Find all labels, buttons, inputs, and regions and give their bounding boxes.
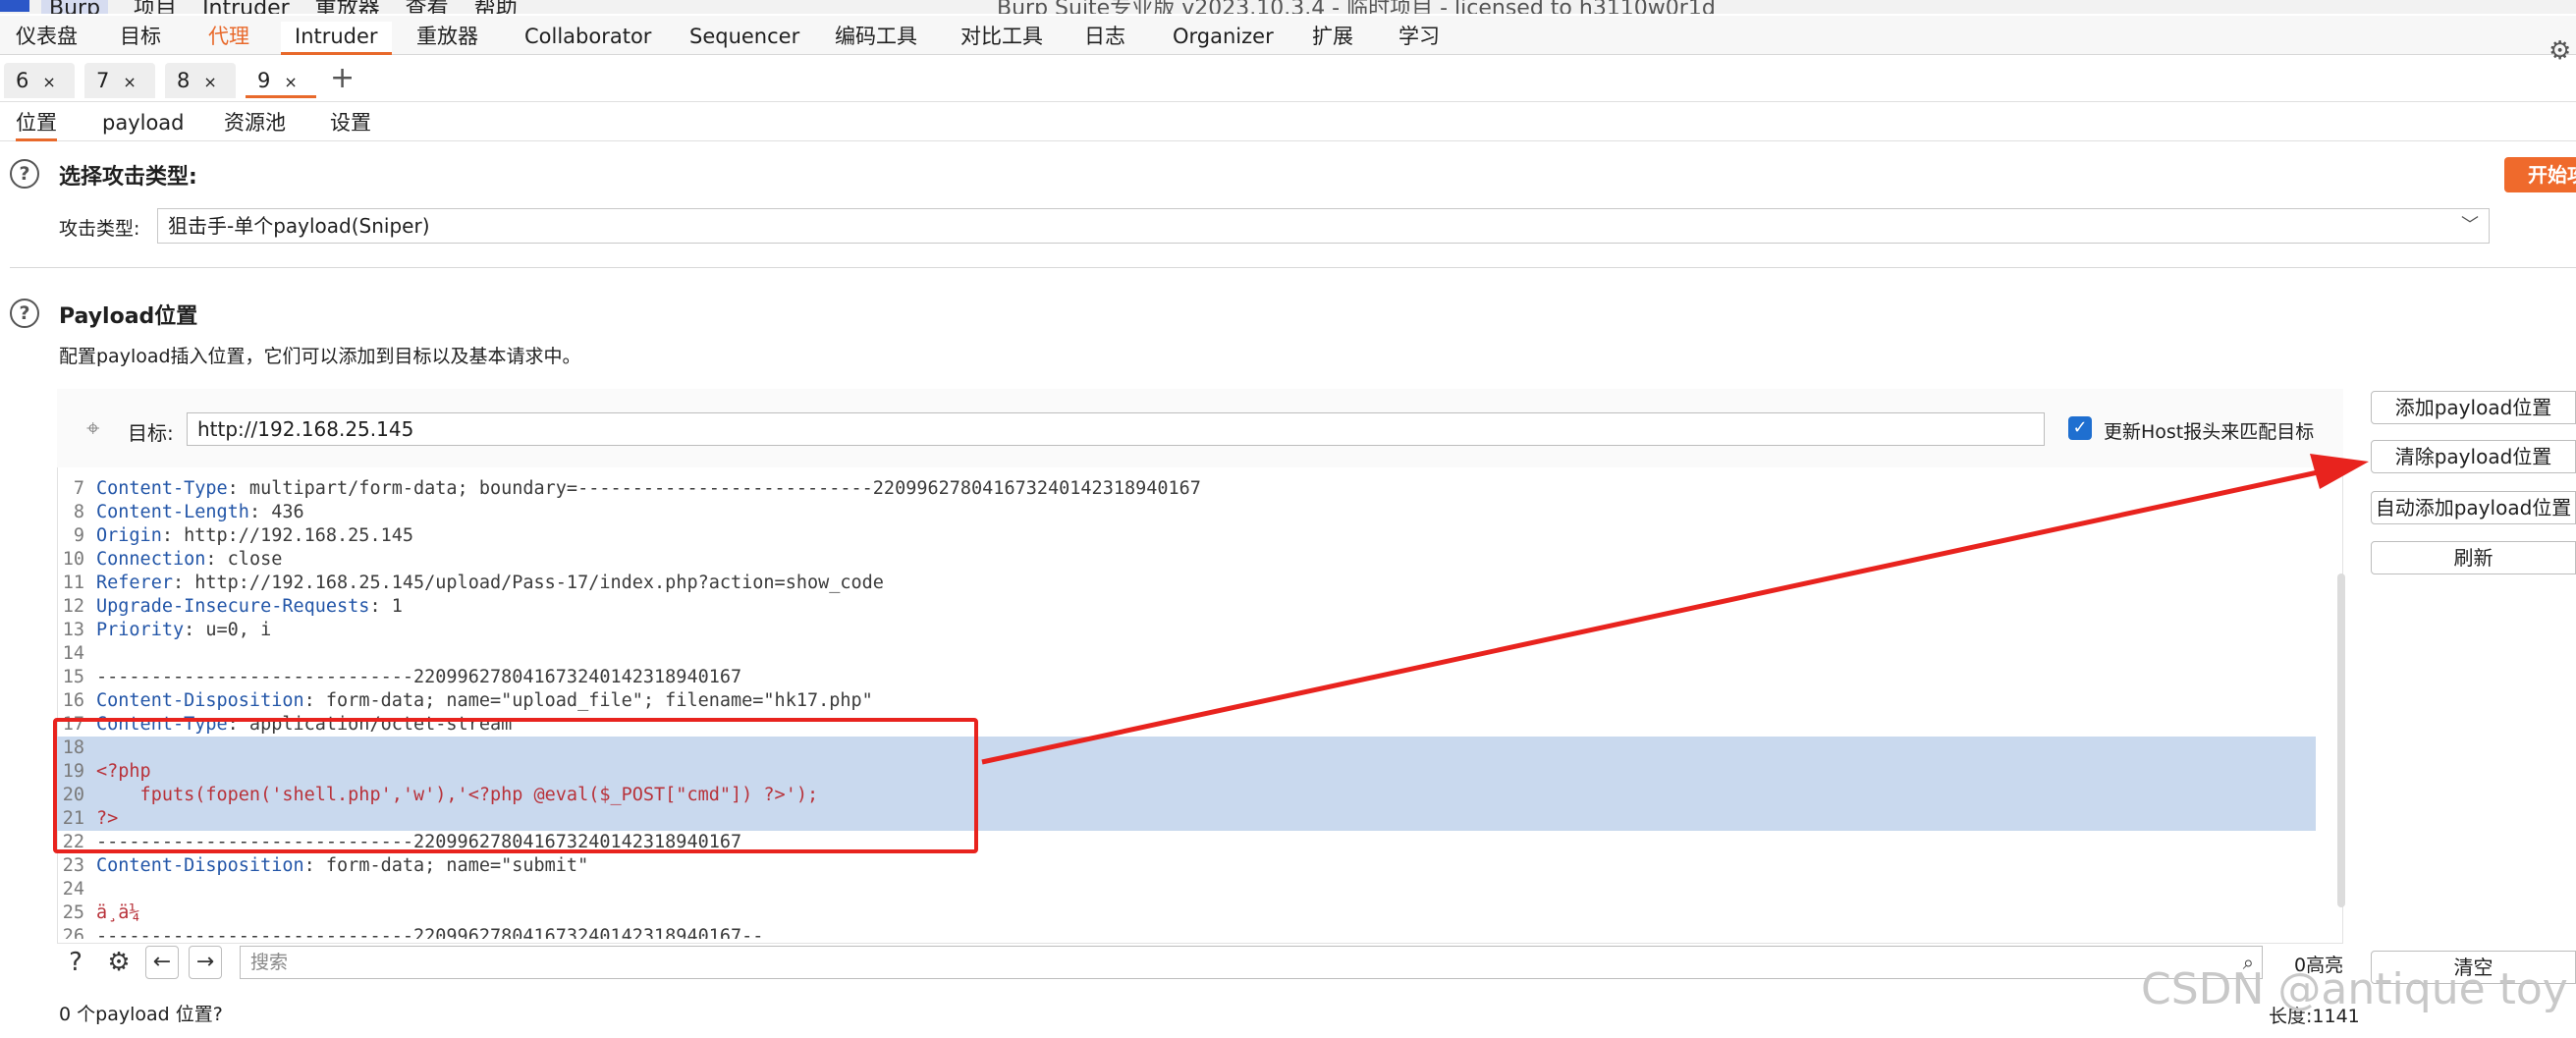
search-placeholder: 搜索 xyxy=(250,952,289,973)
annotation-arrow xyxy=(981,454,2369,765)
next-arrow-icon[interactable]: → xyxy=(189,946,222,979)
payload-position-count: 0 个payload 位置? xyxy=(59,1004,223,1025)
gear-icon[interactable]: ⚙ xyxy=(102,946,136,979)
prev-arrow-icon[interactable]: ← xyxy=(145,946,179,979)
auto-add-payload-position-button[interactable]: 自动添加payload位置 xyxy=(2371,491,2576,524)
refresh-button[interactable]: 刷新 xyxy=(2371,541,2576,574)
search-input[interactable]: 搜索 ⌕ xyxy=(240,946,2263,979)
clear-payload-position-button[interactable]: 清除payload位置 xyxy=(2371,440,2576,473)
add-payload-position-button[interactable]: 添加payload位置 xyxy=(2371,391,2576,424)
help-circle-icon[interactable]: ? xyxy=(59,946,92,979)
watermark: CSDN @antique toy xyxy=(2141,964,2568,1014)
